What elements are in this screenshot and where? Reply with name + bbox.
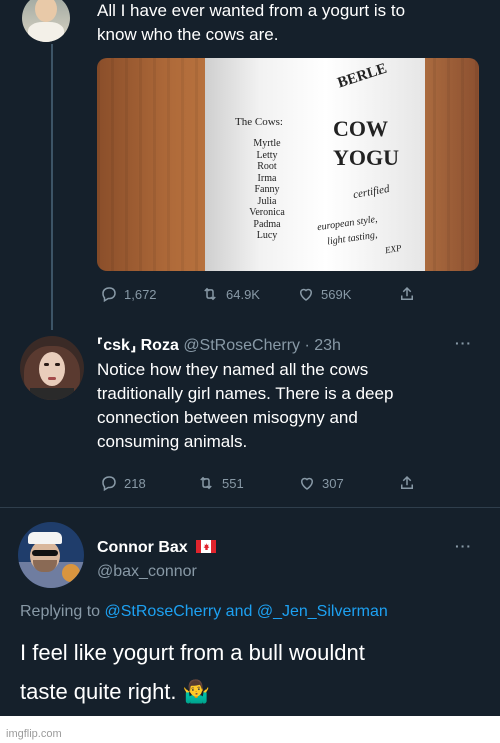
divider xyxy=(0,507,500,508)
display-name-row: Connor Bax xyxy=(97,539,217,557)
timestamp[interactable]: · 23h xyxy=(304,337,340,354)
mention-link[interactable]: @StRoseCherry xyxy=(105,603,222,620)
retweet-count: 551 xyxy=(222,475,244,491)
tweet-header: ⸢csk⸥ Roza @StRoseCherry · 23h xyxy=(97,335,341,355)
heart-icon xyxy=(300,477,314,490)
reply-count: 1,672 xyxy=(124,286,157,302)
cow-name: Myrtle xyxy=(253,138,281,149)
thread-connector xyxy=(51,44,53,330)
avatar[interactable] xyxy=(18,522,84,588)
cow-name: Letty xyxy=(256,149,278,161)
watermark: imgflip.com xyxy=(6,728,62,740)
cows-heading: The Cows: xyxy=(235,116,283,128)
handle[interactable]: @StRoseCherry xyxy=(183,337,300,354)
like-count: 307 xyxy=(322,475,344,491)
avatar[interactable] xyxy=(20,336,84,400)
reply-action[interactable]: 1,672 xyxy=(100,285,157,303)
tweet-text-line: know who the cows are. xyxy=(97,25,279,44)
more-options-icon[interactable]: ··· xyxy=(455,538,472,554)
replying-prefix: Replying to xyxy=(20,603,101,620)
certified-label: certified xyxy=(352,182,391,202)
brand-line1: COW xyxy=(333,116,388,141)
reply-icon xyxy=(102,287,116,303)
share-icon xyxy=(401,286,413,300)
brand-line2: YOGU xyxy=(333,145,399,170)
tweet-text-line: I feel like yogurt from a bull wouldnt xyxy=(20,640,365,665)
like-count: 569K xyxy=(321,286,352,302)
share-icon xyxy=(401,475,413,489)
tweet-text-line: All I have ever wanted from a yogurt is … xyxy=(97,1,406,20)
cow-name: Julia xyxy=(257,195,277,207)
tweet-text-line: taste quite right. 🤷‍♂️ xyxy=(20,679,211,704)
tweet-text-line: Notice how they named all the cows xyxy=(97,360,369,379)
mention-link[interactable]: @_Jen_Silverman xyxy=(257,603,388,620)
reply-action[interactable]: 218 xyxy=(100,474,146,492)
display-name[interactable]: ⸢csk⸥ Roza xyxy=(97,337,179,354)
tweet-text-line: consuming animals. xyxy=(97,432,248,451)
style-line2: light tasting, xyxy=(326,229,379,248)
cow-names-list: Myrtle Letty Root Irma Fanny Julia Veronica Pad… xyxy=(235,138,299,242)
retweet-action[interactable]: 64.9K xyxy=(200,285,260,303)
retweet-icon xyxy=(204,287,216,301)
more-options-icon[interactable]: ··· xyxy=(455,335,472,351)
brand-top: BERLE xyxy=(335,60,389,92)
tweet-text-line: traditionally girl names. There is a dee… xyxy=(97,384,394,403)
cow-name: Padma xyxy=(253,218,281,230)
handle[interactable]: @bax_connor xyxy=(97,563,197,581)
mention-and: and xyxy=(225,603,253,620)
retweet-icon xyxy=(200,476,212,490)
reply-icon xyxy=(102,476,116,492)
cow-name: Root xyxy=(257,161,277,172)
tweet-text-line: connection between misogyny and xyxy=(97,408,358,427)
share-action[interactable] xyxy=(398,285,416,303)
like-action[interactable]: 307 xyxy=(298,474,344,492)
heart-icon xyxy=(299,288,313,301)
twitter-thread-screenshot: All I have ever wanted from a yogurt is … xyxy=(0,0,500,716)
cow-name: Lucy xyxy=(256,230,278,241)
style-line3: EXP xyxy=(384,242,403,256)
canada-flag-icon xyxy=(196,540,217,553)
cow-name: Fanny xyxy=(254,184,280,195)
avatar[interactable] xyxy=(22,0,70,42)
reply-count: 218 xyxy=(124,475,146,491)
replying-to: Replying to @StRoseCherry and @_Jen_Silv… xyxy=(20,603,388,621)
retweet-action[interactable]: 551 xyxy=(196,474,244,492)
yogurt-cup: The Cows: Myrtle Letty Root Irma Fanny Julia V… xyxy=(205,58,425,271)
display-name[interactable]: Connor Bax xyxy=(97,539,188,556)
like-action[interactable]: 569K xyxy=(297,285,351,303)
yogurt-photo[interactable]: The Cows: Myrtle Letty Root Irma Fanny Julia V… xyxy=(97,58,479,271)
cow-name: Irma xyxy=(257,172,277,184)
retweet-count: 64.9K xyxy=(226,286,260,302)
cow-name: Veronica xyxy=(249,207,285,218)
share-action[interactable] xyxy=(398,474,416,492)
